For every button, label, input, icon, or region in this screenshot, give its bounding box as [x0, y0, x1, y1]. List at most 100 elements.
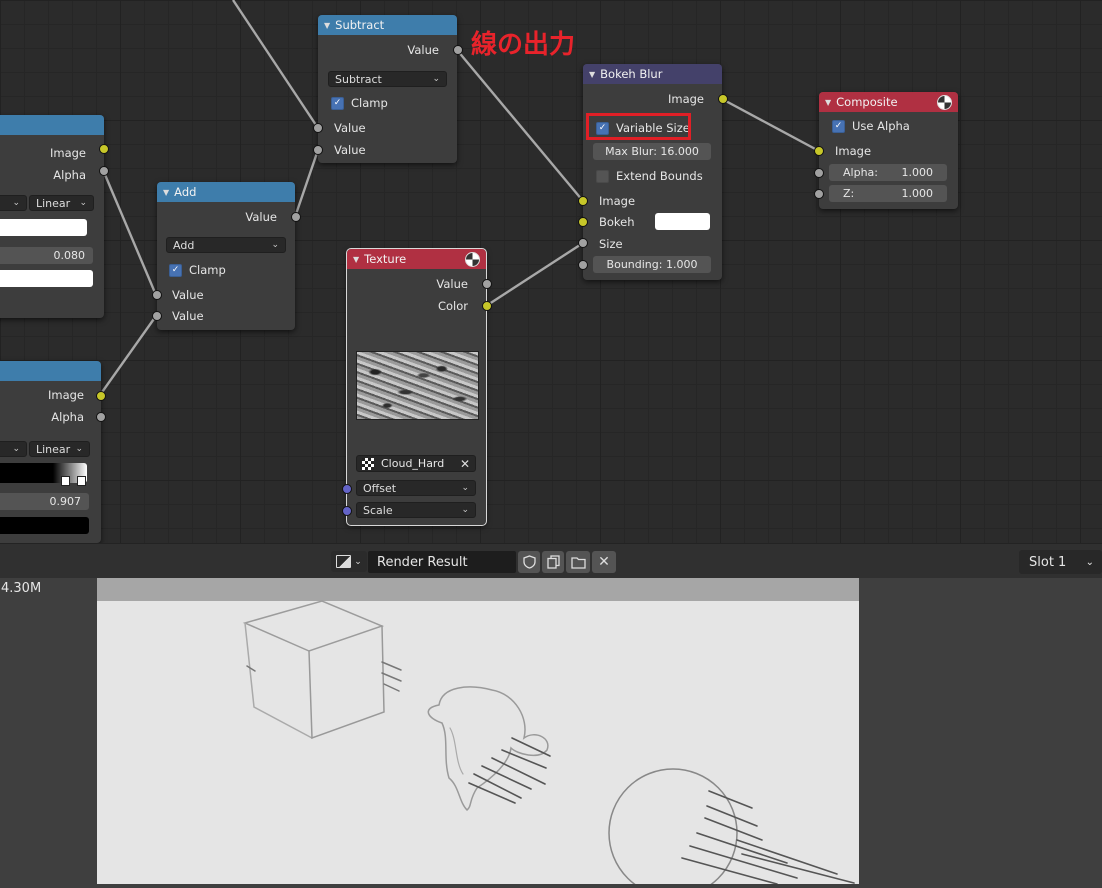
socket-input[interactable]: [814, 168, 824, 178]
node-editor[interactable]: Image Alpha ⌄ Linear ⌄ 0.080 Image Alpha …: [0, 0, 1102, 543]
texture-selector[interactable]: Cloud_Hard ✕: [356, 455, 476, 472]
chevron-down-icon: ⌄: [354, 556, 362, 567]
output-value: Value: [436, 277, 468, 291]
shield-icon: [522, 555, 536, 569]
extend-bounds-checkbox[interactable]: Extend Bounds: [596, 166, 703, 186]
bounding-field[interactable]: Bounding: 1.000: [593, 256, 711, 273]
socket-input[interactable]: [578, 217, 588, 227]
output-alpha: Alpha: [53, 168, 86, 182]
output-color: Color: [437, 299, 468, 313]
operation-dropdown[interactable]: Add ⌄: [166, 237, 286, 253]
gradient-ramp[interactable]: [0, 463, 87, 483]
close-icon: ✕: [598, 554, 610, 570]
collapse-icon[interactable]: ▼: [825, 98, 831, 107]
new-image-button[interactable]: [542, 551, 564, 573]
output-value: Value: [407, 43, 439, 57]
slot-dropdown[interactable]: Slot 1 ⌄: [1019, 550, 1102, 574]
add-node[interactable]: ▼ Add Value Add ⌄ ✓ Clamp Value Value: [157, 182, 295, 330]
socket-output[interactable]: [99, 144, 109, 154]
chevron-down-icon: ⌄: [461, 505, 469, 515]
fake-user-shield-button[interactable]: [518, 551, 540, 573]
check-icon: ✓: [832, 119, 845, 133]
max-blur-field[interactable]: Max Blur: 16.000: [593, 143, 711, 160]
subtract-node[interactable]: ▼ Subtract Value Subtract ⌄ ✓ Clamp Value V…: [318, 15, 457, 163]
check-icon: ✓: [169, 263, 182, 277]
input-value-2: Value: [334, 143, 366, 157]
image-viewer[interactable]: 4.30M: [0, 578, 1102, 888]
mode-dropdown[interactable]: ⌄: [0, 195, 27, 211]
ramp-stop-handle[interactable]: [61, 476, 70, 486]
output-image: Image: [47, 388, 84, 402]
collapse-icon[interactable]: ▼: [353, 255, 359, 264]
clamp-checkbox[interactable]: ✓ Clamp: [331, 93, 388, 113]
collapse-icon[interactable]: ▼: [163, 188, 169, 197]
socket-input[interactable]: [578, 238, 588, 248]
bokeh-color-swatch[interactable]: [655, 213, 710, 230]
mode-dropdown[interactable]: ⌄: [0, 441, 27, 457]
folder-icon: [570, 556, 586, 569]
position-field[interactable]: 0.080: [0, 247, 93, 264]
use-alpha-checkbox[interactable]: ✓ Use Alpha: [832, 116, 910, 136]
node-preview-icon[interactable]: [465, 251, 480, 267]
node-header[interactable]: ▼ Add: [157, 182, 295, 202]
output-value: Value: [245, 210, 277, 224]
composite-node[interactable]: ▼ Composite ✓ Use Alpha Image Alpha: 1.000 …: [819, 92, 958, 209]
color-swatch[interactable]: [0, 270, 93, 287]
z-field[interactable]: Z: 1.000: [829, 185, 947, 202]
input-size: Size: [599, 237, 623, 251]
socket-input[interactable]: [152, 290, 162, 300]
chevron-down-icon: ⌄: [432, 74, 440, 84]
socket-output[interactable]: [453, 45, 463, 55]
operation-dropdown[interactable]: Subtract ⌄: [328, 71, 447, 87]
node-preview-icon[interactable]: [937, 94, 952, 110]
color-swatch[interactable]: [0, 517, 89, 534]
socket-input[interactable]: [814, 189, 824, 199]
collapse-icon[interactable]: ▼: [324, 21, 330, 30]
memory-stats: 4.30M: [1, 581, 42, 596]
position-field[interactable]: 0.907: [0, 493, 89, 510]
socket-input[interactable]: [313, 145, 323, 155]
chevron-down-icon: ⌄: [12, 198, 20, 208]
node-header[interactable]: ▼ Texture: [347, 249, 486, 269]
alpha-field[interactable]: Alpha: 1.000: [829, 164, 947, 181]
socket-output[interactable]: [99, 166, 109, 176]
node-header[interactable]: ▼ Subtract: [318, 15, 457, 35]
image-name-field[interactable]: Render Result: [368, 551, 516, 573]
socket-input[interactable]: [578, 196, 588, 206]
color-ramp-node-bottom[interactable]: Image Alpha ⌄ Linear ⌄ 0.907: [0, 361, 101, 543]
checker-icon: [362, 457, 374, 470]
scale-input[interactable]: Scale ⌄: [356, 502, 476, 518]
socket-output[interactable]: [482, 301, 492, 311]
socket-input[interactable]: [313, 123, 323, 133]
socket-output[interactable]: [96, 412, 106, 422]
open-image-button[interactable]: [566, 551, 590, 573]
offset-input[interactable]: Offset ⌄: [356, 480, 476, 496]
socket-output[interactable]: [718, 94, 728, 104]
node-header[interactable]: ▼ Composite: [819, 92, 958, 112]
socket-input[interactable]: [152, 311, 162, 321]
socket-input[interactable]: [342, 506, 352, 516]
texture-node[interactable]: ▼ Texture Value Color Cloud_Hard ✕ Offset…: [346, 248, 487, 526]
input-value-1: Value: [172, 288, 204, 302]
interpolation-dropdown[interactable]: Linear ⌄: [29, 195, 94, 211]
image-browse-button[interactable]: ⌄: [331, 551, 367, 572]
link: [101, 169, 158, 296]
unlink-image-button[interactable]: ✕: [592, 551, 616, 573]
socket-input[interactable]: [578, 260, 588, 270]
color-ramp-node-top[interactable]: Image Alpha ⌄ Linear ⌄ 0.080: [0, 115, 104, 318]
close-icon[interactable]: ✕: [460, 457, 470, 471]
socket-input[interactable]: [814, 146, 824, 156]
socket-output[interactable]: [291, 212, 301, 222]
node-header[interactable]: ▼ Bokeh Blur: [583, 64, 722, 84]
collapse-icon[interactable]: ▼: [589, 70, 595, 79]
chevron-down-icon: ⌄: [12, 444, 20, 454]
color-swatch[interactable]: [0, 219, 87, 236]
socket-output[interactable]: [96, 391, 106, 401]
bokeh-blur-node[interactable]: ▼ Bokeh Blur Image ✓ Variable Size Max Blu…: [583, 64, 722, 280]
socket-input[interactable]: [342, 484, 352, 494]
ramp-stop-handle[interactable]: [77, 476, 86, 486]
chevron-down-icon: ⌄: [271, 240, 279, 250]
interpolation-dropdown[interactable]: Linear ⌄: [29, 441, 90, 457]
socket-output[interactable]: [482, 279, 492, 289]
clamp-checkbox[interactable]: ✓ Clamp: [169, 260, 226, 280]
